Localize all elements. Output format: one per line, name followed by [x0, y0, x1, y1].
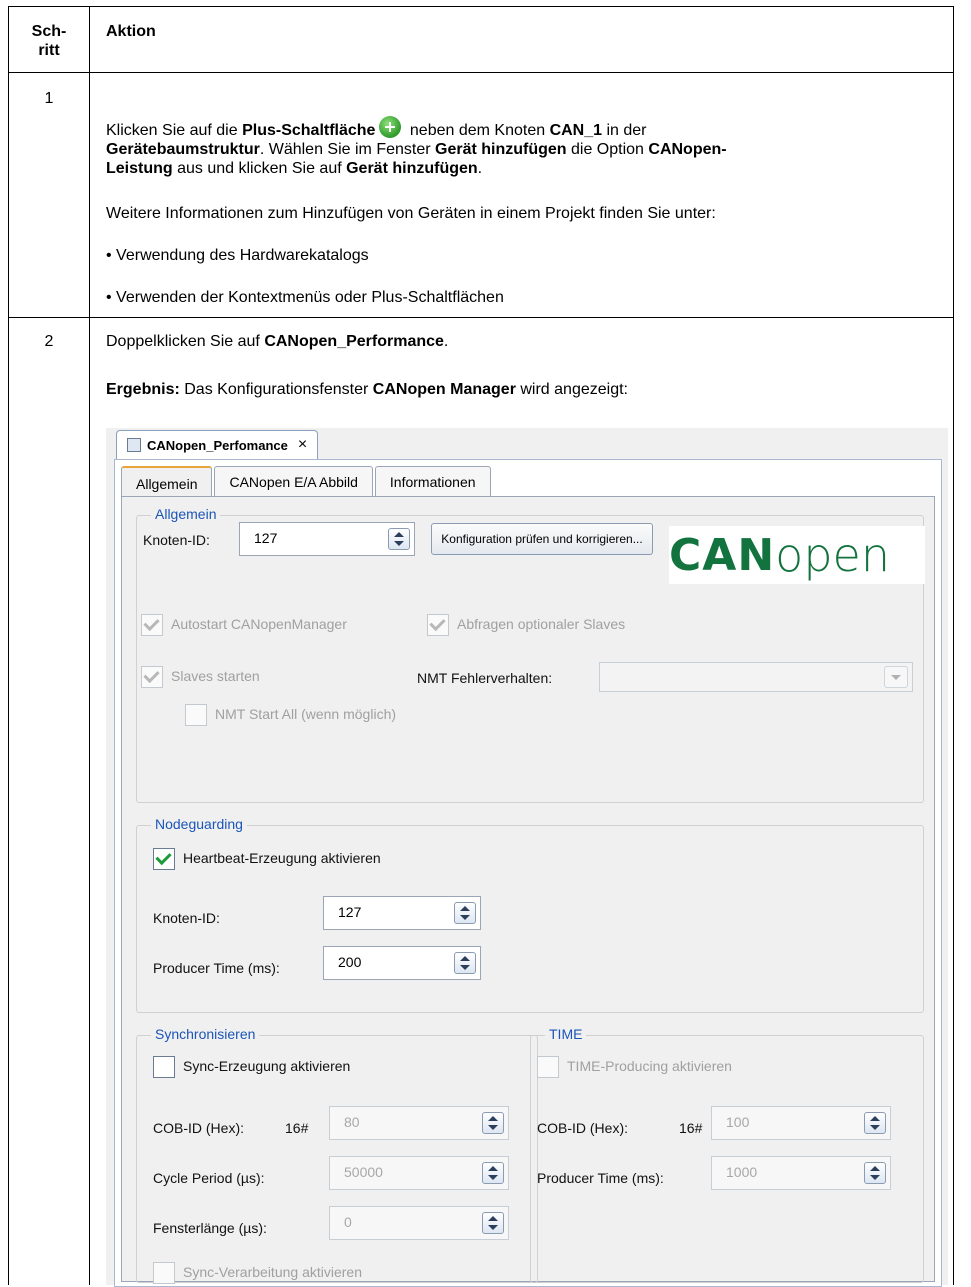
spinner-arrows-icon[interactable]	[864, 1162, 886, 1184]
node-id-spinner[interactable]: 127	[239, 522, 415, 556]
node-id-label: Knoten-ID:	[143, 532, 210, 548]
ng-node-id-label: Knoten-ID:	[153, 910, 220, 926]
table-right-border	[953, 6, 954, 1285]
spinner-arrows-icon[interactable]	[482, 1112, 504, 1134]
autostart-checkbox[interactable]	[141, 614, 163, 636]
general-tab-pane: Allgemein Knoten-ID: 127 Konfiguration p…	[121, 496, 935, 1284]
step2-instruction: Doppelklicken Sie auf CANopen_Performanc…	[106, 333, 449, 350]
config-tabs: Allgemein CANopen E/A Abbild Information…	[121, 466, 491, 499]
sync-cob-spinner[interactable]: 80	[329, 1106, 509, 1140]
nmt-error-label: NMT Fehlerverhalten:	[417, 670, 553, 686]
link-context-menus[interactable]: • Verwenden der Kontextmenüs oder Plus-S…	[106, 288, 504, 307]
nmt-start-all-label: NMT Start All (wenn möglich)	[215, 706, 397, 722]
link-hardware-catalog[interactable]: • Verwendung des Hardwarekatalogs	[106, 246, 369, 265]
table-left-border	[8, 6, 9, 1285]
group-nodeguarding: Nodeguarding Heartbeat-Erzeugung aktivie…	[136, 816, 924, 1013]
editor-area: Allgemein CANopen E/A Abbild Information…	[114, 459, 942, 1287]
optional-slaves-label: Abfragen optionaler Slaves	[457, 616, 626, 632]
autostart-label: Autostart CANopenManager	[171, 616, 347, 632]
node-id-value: 127	[254, 530, 278, 546]
time-cob-prefix: 16#	[679, 1120, 703, 1136]
header-step: Sch- ritt	[31, 23, 67, 59]
window-length-spinner[interactable]: 0	[329, 1206, 509, 1240]
spinner-arrows-icon[interactable]	[454, 902, 476, 924]
producer-time-value: 200	[338, 954, 362, 970]
column-divider	[89, 6, 90, 1285]
time-producer-label: Producer Time (ms):	[537, 1170, 664, 1186]
header-bottom-border	[8, 72, 954, 73]
ng-node-id-spinner[interactable]: 127	[323, 896, 481, 930]
step2-result: Ergebnis: Das Konfigurationsfenster CANo…	[106, 381, 628, 398]
step1-instruction: Klicken Sie auf die Plus-Schaltfläche ne…	[106, 116, 936, 178]
time-enable-label: TIME-Producing aktivieren	[567, 1058, 732, 1074]
check-configuration-button[interactable]: Konfiguration prüfen und korrigieren...	[431, 523, 653, 555]
time-producer-value: 1000	[726, 1164, 758, 1180]
group-general-title: Allgemein	[151, 506, 221, 522]
header-action: Aktion	[106, 23, 156, 40]
row1-bottom-border	[8, 317, 954, 318]
step-number-1: 1	[44, 90, 54, 107]
start-slaves-label: Slaves starten	[171, 668, 260, 684]
editor-tab-label: CANopen_Perfomance	[147, 437, 288, 453]
group-general: Allgemein Knoten-ID: 127 Konfiguration p…	[136, 506, 925, 803]
window-length-label: Fensterlänge (µs):	[153, 1220, 267, 1236]
start-slaves-checkbox[interactable]	[141, 666, 163, 688]
chevron-down-icon[interactable]	[884, 666, 908, 688]
editor-tab-canopen-performance[interactable]: CANopen_Perfomance ×	[116, 430, 319, 459]
group-time: TIME TIME-Producing aktivieren COB-ID (H…	[530, 1026, 924, 1283]
heartbeat-checkbox[interactable]	[153, 848, 175, 870]
producer-time-spinner[interactable]: 200	[323, 946, 481, 980]
group-time-title: TIME	[545, 1026, 587, 1042]
tab-canopen-io-mapping[interactable]: CANopen E/A Abbild	[214, 466, 373, 497]
heartbeat-label: Heartbeat-Erzeugung aktivieren	[183, 850, 381, 866]
plus-icon	[379, 116, 402, 138]
spinner-arrows-icon[interactable]	[454, 952, 476, 974]
tab-allgemein[interactable]: Allgemein	[121, 466, 213, 499]
sync-cob-label: COB-ID (Hex):	[153, 1120, 244, 1136]
canopen-logo: CAN open	[669, 526, 925, 584]
sync-processing-checkbox[interactable]	[153, 1262, 175, 1284]
nmt-start-all-checkbox[interactable]	[185, 704, 207, 726]
sync-processing-label: Sync-Verarbeitung aktivieren	[183, 1264, 362, 1280]
spinner-arrows-icon[interactable]	[864, 1112, 886, 1134]
tab-informationen[interactable]: Informationen	[374, 466, 491, 497]
device-icon	[127, 438, 141, 452]
time-cob-value: 100	[726, 1114, 750, 1130]
step-number-2: 2	[44, 333, 54, 350]
sync-enable-label: Sync-Erzeugung aktivieren	[183, 1058, 351, 1074]
table-top-border	[8, 6, 954, 7]
time-enable-checkbox[interactable]	[537, 1056, 559, 1078]
producer-time-label: Producer Time (ms):	[153, 960, 280, 976]
time-cob-spinner[interactable]: 100	[711, 1106, 891, 1140]
spinner-arrows-icon[interactable]	[482, 1212, 504, 1234]
step1-more-info: Weitere Informationen zum Hinzufügen von…	[106, 205, 716, 222]
cycle-period-label: Cycle Period (µs):	[153, 1170, 265, 1186]
nmt-error-select[interactable]	[599, 662, 913, 692]
group-sync: Synchronisieren Sync-Erzeugung aktiviere…	[136, 1026, 538, 1284]
ng-node-id-value: 127	[338, 904, 362, 920]
time-cob-label: COB-ID (Hex):	[537, 1120, 628, 1136]
group-sync-title: Synchronisieren	[151, 1026, 260, 1042]
time-producer-spinner[interactable]: 1000	[711, 1156, 891, 1190]
sync-cob-value: 80	[344, 1114, 360, 1130]
spinner-arrows-icon[interactable]	[388, 528, 410, 550]
window-length-value: 0	[344, 1214, 352, 1230]
spinner-arrows-icon[interactable]	[482, 1162, 504, 1184]
optional-slaves-checkbox[interactable]	[427, 614, 449, 636]
close-icon[interactable]: ×	[298, 436, 307, 454]
sync-cob-prefix: 16#	[285, 1120, 309, 1136]
cycle-period-value: 50000	[344, 1164, 383, 1180]
group-nodeguarding-title: Nodeguarding	[151, 816, 247, 832]
cycle-period-spinner[interactable]: 50000	[329, 1156, 509, 1190]
canopen-manager-screenshot: CANopen_Perfomance × Allgemein CANopen E…	[106, 428, 948, 1287]
sync-enable-checkbox[interactable]	[153, 1056, 175, 1078]
